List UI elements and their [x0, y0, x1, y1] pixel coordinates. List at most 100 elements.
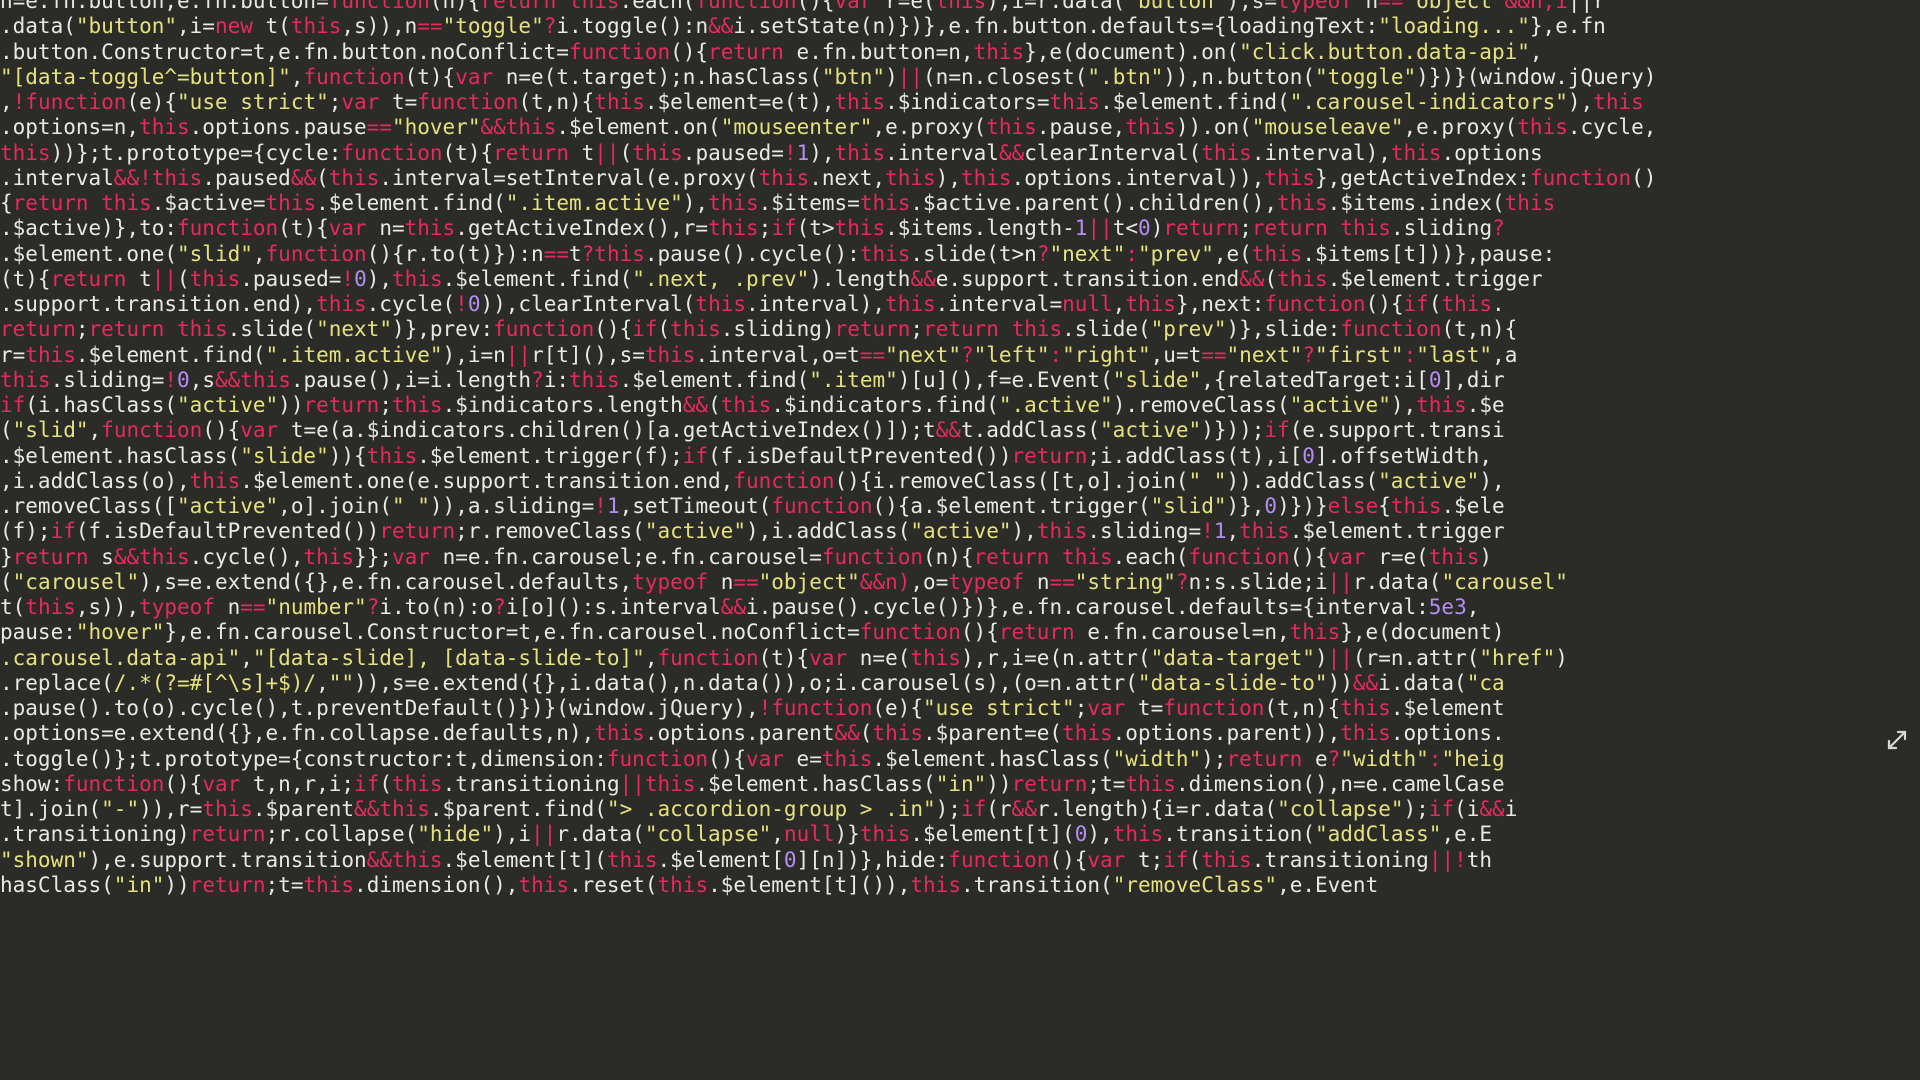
code-token-def: ,	[1466, 595, 1480, 619]
code-token-def: i.data(	[1378, 670, 1467, 695]
code-token-kw: &&this	[480, 115, 557, 140]
code-token-kw: return	[493, 140, 569, 165]
code-token-def: (f.isDefaultPrevented())	[708, 443, 1012, 468]
code-token-def: .options.parent	[644, 721, 835, 746]
code-token-def: (t,n){	[518, 90, 595, 114]
code-token-def: ;r.removeClass(	[455, 519, 645, 544]
code-token-str: "loading..."	[1378, 14, 1530, 39]
code-token-def: ;	[1074, 696, 1088, 720]
code-token-def: )){	[328, 443, 367, 468]
code-token-def: .$element	[1390, 696, 1505, 720]
code-token-str: "[data-slide], [data-slide-to]"	[252, 645, 645, 670]
code-token-def: ,	[1226, 519, 1240, 544]
code-token-def: }};	[354, 544, 392, 569]
code-token-def: i:	[543, 367, 570, 392]
code-token-kw: this	[1036, 519, 1088, 544]
code-token-def: .replace(	[0, 670, 114, 695]
code-token-kw: typeof	[139, 595, 215, 619]
code-token-def: )}));	[1201, 418, 1265, 443]
code-line: (f);if(f.isDefaultPrevented())return;r.r…	[0, 519, 1920, 544]
code-token-kw: this	[366, 443, 418, 468]
code-line: .data("button",i=new t(this,s)),n=="togg…	[0, 14, 1920, 39]
code-token-kw: this	[290, 14, 342, 39]
code-token-def: ,e.E	[1441, 822, 1493, 847]
code-token-kw: function	[328, 0, 430, 13]
code-token-def: ,	[88, 418, 102, 443]
code-line: .button.Constructor=t,e.fn.button.noConf…	[0, 40, 1920, 65]
code-token-num: 0	[1074, 822, 1088, 847]
code-token-def: )},	[1226, 494, 1265, 518]
code-token-kw: if	[50, 519, 76, 544]
code-token-def: ;t=	[1087, 771, 1126, 796]
code-token-str: "number"	[265, 595, 367, 619]
code-token-def: (e){	[872, 696, 923, 720]
code-token-kw: this	[910, 872, 961, 897]
code-token-str: " "	[1188, 468, 1227, 493]
code-token-def: (t>	[796, 216, 835, 241]
code-token-def: (	[859, 721, 873, 746]
code-token-kw: this	[859, 822, 911, 847]
code-token-def: (t){	[404, 64, 456, 89]
code-token-kw: var	[341, 90, 380, 114]
code-token-kw: return	[1163, 216, 1240, 241]
code-token-kw: ?this	[581, 241, 645, 266]
code-token-kw: this	[594, 721, 645, 746]
code-line: ,i.addClass(o),this.$element.one(e.suppo…	[0, 469, 1920, 494]
code-token-def: ),	[1011, 519, 1037, 544]
code-token-def: r=	[0, 342, 26, 367]
code-token-kw: return this	[480, 0, 620, 13]
code-token-def: (n=n.closest(	[923, 64, 1088, 89]
code-token-def: .transition(	[1163, 822, 1316, 847]
code-token-kw: this	[632, 140, 683, 165]
code-token-def: .interval,o=t	[695, 342, 860, 367]
code-line: .removeClass(["active",o].join(" ")),a.s…	[0, 494, 1920, 519]
code-text-area[interactable]: n=e.fn.button;e.fn.button=function(n){re…	[0, 0, 1920, 898]
code-token-kw: &&	[1239, 266, 1265, 291]
code-token-kw: &&	[1479, 797, 1505, 821]
code-token-def: ).length	[809, 266, 911, 291]
code-token-def: r.length){i=r.data(	[1036, 797, 1278, 821]
code-token-kw: this	[644, 342, 696, 367]
code-token-def: ][n])},hide:	[796, 847, 949, 872]
code-token-def: )),s=e.extend({},i.data(),n.data()),o;i.…	[354, 670, 1138, 695]
code-token-def: t;	[1125, 847, 1164, 872]
code-token-kw: var	[1327, 544, 1366, 569]
code-token-kw: ==	[366, 115, 392, 140]
code-token-def: ;	[75, 317, 89, 342]
code-token-def: (){	[164, 771, 203, 796]
code-token-def: (	[0, 418, 13, 443]
code-token-str: "active"	[177, 393, 279, 417]
code-token-kw: this	[1251, 241, 1303, 266]
code-token-str: "carousel"	[1441, 569, 1568, 594]
code-line: n=e.fn.button;e.fn.button=function(n){re…	[0, 0, 1920, 14]
code-token-def: .slide(	[227, 317, 317, 342]
code-token-def: ;	[758, 216, 772, 241]
code-token-str: "slid"	[12, 418, 89, 443]
code-token-def: ),i	[493, 822, 532, 847]
code-token-kw: this	[1340, 696, 1391, 720]
code-token-str: "-"	[101, 797, 140, 821]
code-token-kw: return	[834, 317, 911, 342]
code-token-kw: ?	[1327, 746, 1341, 771]
code-token-kw: function	[606, 746, 709, 771]
code-token-kw: ||	[1087, 216, 1113, 241]
code-token-def: .$element.one(e.support.transition.end,	[240, 468, 734, 493]
code-token-def: .interval),	[1251, 140, 1391, 165]
code-line: return;return this.slide("next")},prev:f…	[0, 317, 1920, 342]
code-token-kw: return	[1226, 746, 1303, 771]
code-token-def: )),a.sliding=	[429, 494, 595, 518]
code-token-def: (n){	[429, 0, 481, 13]
code-token-kw: this	[404, 216, 456, 241]
code-token-kw: this	[1201, 140, 1252, 165]
code-token-kw: ||	[1327, 569, 1353, 594]
code-token-def: .next,	[809, 165, 886, 190]
code-token-kw: return	[189, 872, 266, 897]
code-token-def: .$indicators.length	[442, 393, 683, 417]
code-token-def: .$parent	[252, 797, 355, 821]
code-token-kw: this	[960, 165, 1012, 190]
code-token-kw: ||	[505, 342, 532, 367]
code-token-def: .	[1492, 292, 1505, 316]
code-token-kw: return	[1011, 771, 1088, 796]
code-token-kw: ==	[1378, 0, 1404, 13]
code-token-str: "string"	[1074, 569, 1176, 594]
